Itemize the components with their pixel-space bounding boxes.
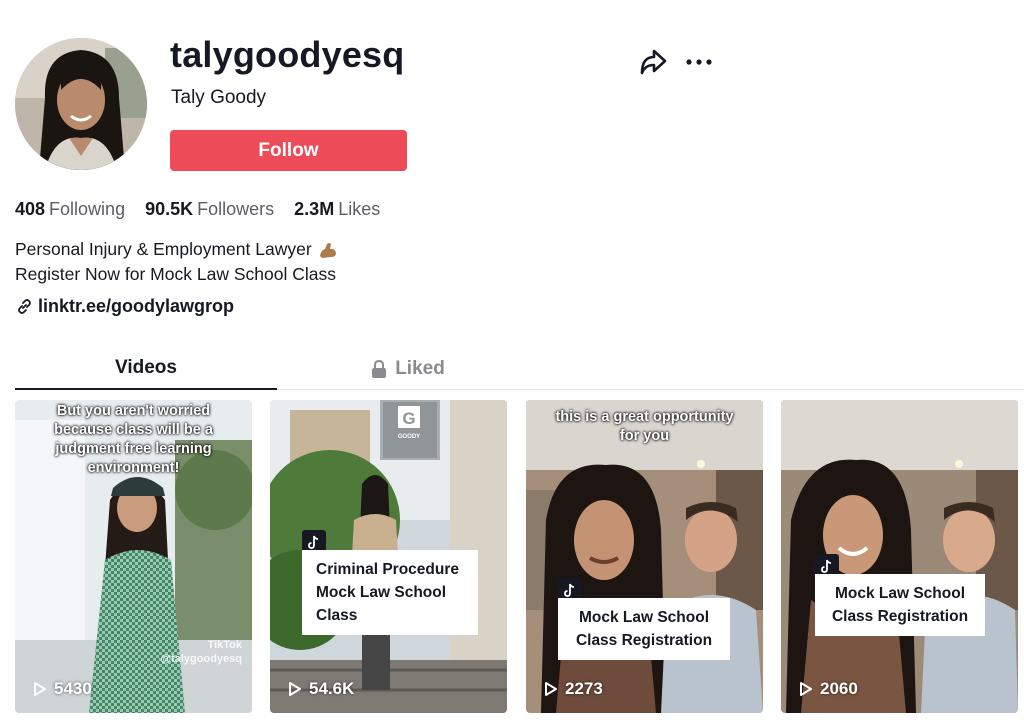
profile-tabs: Videos Liked	[15, 348, 1024, 390]
video-card[interactable]: this is a great opportunity for you Mock…	[526, 400, 763, 713]
video-overlay-caption: But you aren't worried because class wil…	[54, 403, 213, 476]
view-count-value: 2273	[565, 679, 603, 698]
profile-link[interactable]: linktr.ee/goodylawgrop	[16, 296, 234, 317]
play-icon	[34, 682, 46, 696]
stat-value: 90.5K	[145, 199, 194, 219]
tab-label: Videos	[115, 357, 177, 378]
profile-avatar	[15, 38, 147, 170]
video-card[interactable]: Mock Law School Class Registration 2060	[781, 400, 1018, 713]
play-icon	[800, 682, 812, 696]
view-count-value: 5430	[54, 679, 92, 698]
video-grid: But you aren't worried because class wil…	[15, 400, 1024, 720]
tab-videos[interactable]: Videos	[15, 348, 277, 390]
stat-likes: 2.3M Likes	[294, 199, 380, 220]
tiktok-watermark: TikTok @talygoodyesq	[160, 638, 242, 666]
stat-label: Likes	[338, 199, 381, 219]
tab-label: Liked	[395, 358, 445, 379]
view-count-value: 2060	[820, 679, 858, 698]
link-icon	[18, 299, 31, 314]
stat-followers[interactable]: 90.5K Followers	[145, 199, 274, 220]
video-overlay-caption: this is a great opportunity for you	[555, 409, 734, 444]
tab-liked[interactable]: Liked	[277, 348, 539, 390]
profile-bio: Personal Injury & Employment Lawyer Regi…	[15, 237, 338, 287]
video-card[interactable]: But you aren't worried because class wil…	[15, 400, 252, 713]
profile-stats: 408 Following 90.5K Followers 2.3M Likes	[15, 199, 400, 220]
bio-line: Register Now for Mock Law School Class	[15, 264, 336, 284]
bio-line: Personal Injury & Employment Lawyer	[15, 239, 312, 259]
video-card[interactable]: G GOODY Criminal Procedure Mock Law Scho…	[270, 400, 507, 713]
play-icon	[289, 682, 301, 696]
building-sign-letter: G	[402, 409, 415, 428]
stat-label: Following	[49, 199, 126, 219]
view-count: 5430	[33, 679, 92, 699]
profile-username: talygoodyesq	[170, 34, 405, 75]
watermark-brand: TikTok	[207, 639, 242, 651]
stat-following[interactable]: 408 Following	[15, 199, 125, 220]
more-options-icon[interactable]	[684, 52, 714, 72]
video-thumbnail	[526, 400, 763, 713]
watermark-handle: @talygoodyesq	[160, 653, 242, 665]
view-count: 2273	[544, 679, 603, 699]
view-count: 54.6K	[288, 679, 354, 699]
view-count-value: 54.6K	[309, 679, 355, 698]
stat-label: Followers	[197, 199, 275, 219]
lock-icon	[372, 360, 387, 378]
video-title-label: Criminal Procedure Mock Law School Class	[302, 550, 478, 635]
play-icon	[545, 682, 557, 696]
video-title-label: Mock Law School Class Registration	[815, 574, 985, 636]
share-icon[interactable]	[638, 48, 668, 76]
building-sign-name: GOODY	[398, 434, 420, 440]
stat-value: 408	[15, 199, 46, 219]
profile-link-text[interactable]: linktr.ee/goodylawgrop	[38, 296, 234, 317]
follow-button[interactable]: Follow	[170, 130, 407, 171]
profile-display-name: Taly Goody	[171, 87, 267, 108]
view-count: 2060	[799, 679, 858, 699]
video-title-label: Mock Law School Class Registration	[558, 598, 730, 660]
stat-value: 2.3M	[294, 199, 335, 219]
flexed-biceps-icon	[319, 242, 336, 258]
